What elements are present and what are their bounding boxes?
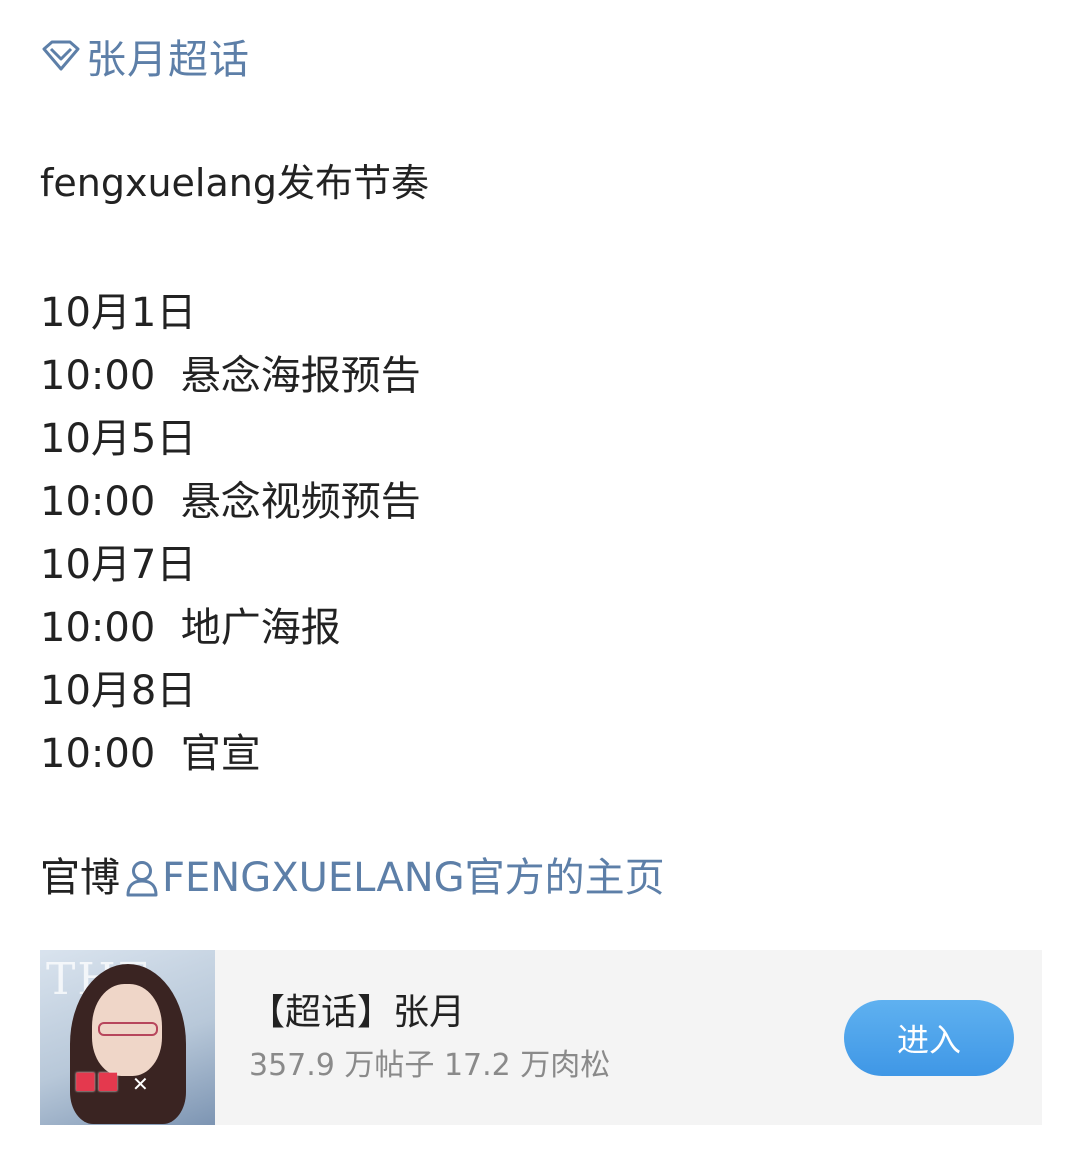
schedule-line: 10月5日 bbox=[40, 416, 197, 462]
cover-portrait-glasses bbox=[98, 1022, 158, 1036]
schedule-line: 10月7日 bbox=[40, 542, 197, 588]
schedule-line: 10:00 地广海报 bbox=[40, 605, 341, 651]
schedule-list: 10月1日 10:00 悬念海报预告 10月5日 10:00 悬念视频预告 10… bbox=[40, 282, 421, 786]
diamond-icon bbox=[40, 39, 82, 73]
schedule-line: 10月1日 bbox=[40, 290, 197, 336]
topic-card-info: 【超话】张月 357.9 万帖子 17.2 万肉松 bbox=[249, 988, 844, 1088]
cover-brand-mark-tail: ✕ bbox=[132, 1072, 149, 1096]
cover-brand-mark: ■■ bbox=[74, 1066, 120, 1094]
topic-cover-image: THE ■■ ✕ bbox=[40, 950, 215, 1125]
schedule-line: 10:00 悬念海报预告 bbox=[40, 353, 421, 399]
schedule-line: 10月8日 bbox=[40, 668, 197, 714]
post-title: fengxuelang发布节奏 bbox=[40, 161, 429, 205]
schedule-line: 10:00 悬念视频预告 bbox=[40, 479, 421, 525]
official-prefix: 官博 bbox=[40, 855, 120, 901]
schedule-line: 10:00 官宣 bbox=[40, 731, 261, 777]
official-link-text: FENGXUELANG官方的主页 bbox=[162, 855, 665, 901]
official-account-line: 官博 FENGXUELANG官方的主页 bbox=[40, 848, 665, 908]
official-account-link[interactable]: FENGXUELANG官方的主页 bbox=[120, 848, 665, 908]
topic-card-name: 【超话】张月 bbox=[249, 991, 466, 1033]
topic-card[interactable]: THE ■■ ✕ 【超话】张月 357.9 万帖子 17.2 万肉松 进入 bbox=[40, 950, 1042, 1125]
enter-button[interactable]: 进入 bbox=[844, 999, 1014, 1076]
topic-label: 张月超话 bbox=[86, 37, 250, 83]
topic-card-stats: 357.9 万帖子 17.2 万肉松 bbox=[249, 1047, 611, 1083]
user-icon bbox=[120, 858, 162, 898]
topic-link[interactable]: 张月超话 bbox=[40, 28, 250, 84]
